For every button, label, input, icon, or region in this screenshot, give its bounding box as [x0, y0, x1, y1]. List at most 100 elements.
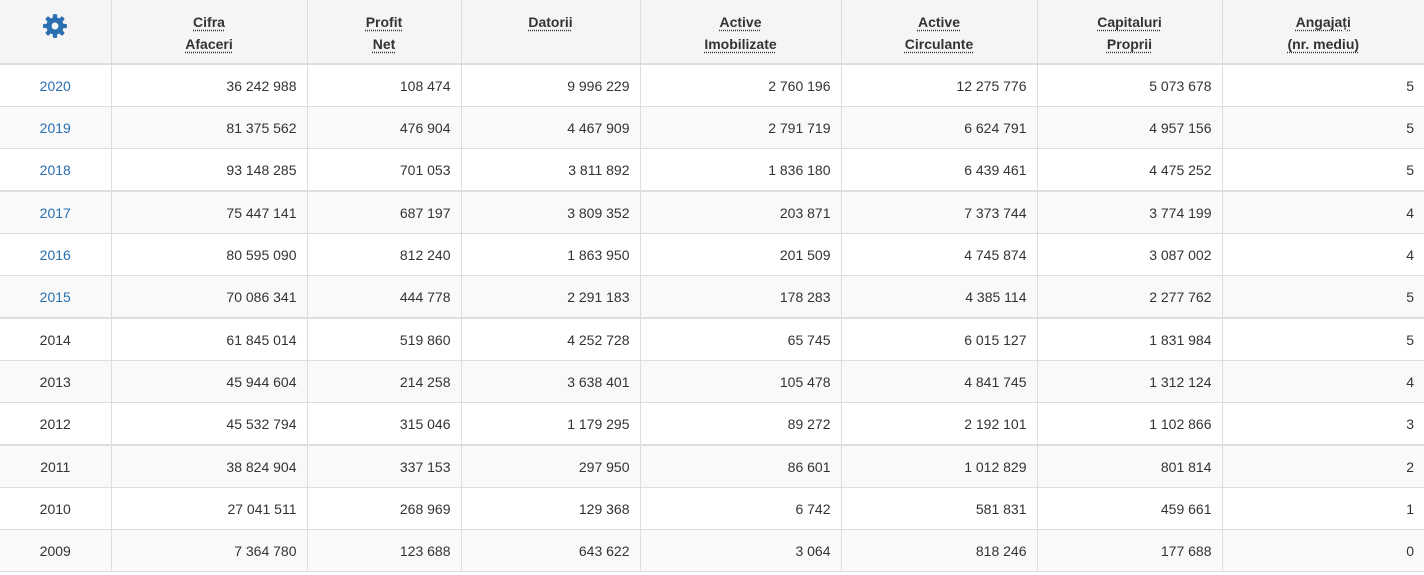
- cifra-afaceri-cell: 75 447 141: [110, 190, 308, 234]
- year-label: 2010: [39, 500, 71, 517]
- datorii-cell: 1 863 950: [460, 233, 641, 276]
- year-cell: 2013: [0, 360, 112, 403]
- table-body: 2020 36 242 988 108 474 9 996 229 2 760 …: [0, 63, 1424, 572]
- table-row: 2019 81 375 562 476 904 4 467 909 2 791 …: [0, 106, 1424, 149]
- active-imobilizate-cell: 89 272: [639, 402, 842, 446]
- header-active-circulante: Active Circulante: [840, 0, 1038, 65]
- datorii-cell: 129 368: [460, 487, 641, 530]
- gear-icon[interactable]: [42, 13, 68, 39]
- cifra-afaceri-cell: 38 824 904: [110, 444, 308, 488]
- table-row: 2012 45 532 794 315 046 1 179 295 89 272…: [0, 402, 1424, 446]
- angajati-cell: 1: [1221, 487, 1424, 530]
- sort-angajati[interactable]: Angajați (nr. mediu): [1287, 0, 1359, 55]
- cifra-afaceri-cell: 61 845 014: [110, 317, 308, 361]
- active-circulante-cell: 1 012 829: [840, 444, 1038, 488]
- capitaluri-proprii-cell: 3 087 002: [1036, 233, 1223, 276]
- table-row: 2011 38 824 904 337 153 297 950 86 601 1…: [0, 444, 1424, 488]
- capitaluri-proprii-cell: 801 814: [1036, 444, 1223, 488]
- header-label-line1: Datorii: [528, 14, 573, 30]
- datorii-cell: 3 809 352: [460, 190, 641, 234]
- header-label-line2: Net: [372, 36, 396, 52]
- cifra-afaceri-cell: 7 364 780: [110, 529, 308, 572]
- active-imobilizate-cell: 105 478: [639, 360, 842, 403]
- active-imobilizate-cell: 86 601: [639, 444, 842, 488]
- cifra-afaceri-cell: 80 595 090: [110, 233, 308, 276]
- table-header-row: Cifra Afaceri Profit Net Datorii Active …: [0, 0, 1424, 65]
- sort-profit-net[interactable]: Profit Net: [366, 0, 403, 55]
- year-link[interactable]: 2016: [40, 247, 71, 263]
- datorii-cell: 643 622: [460, 529, 641, 572]
- profit-net-cell: 108 474: [306, 63, 462, 107]
- angajati-cell: 0: [1221, 529, 1424, 572]
- year-link[interactable]: 2019: [40, 120, 71, 136]
- active-circulante-cell: 4 841 745: [840, 360, 1038, 403]
- year-cell: 2017: [0, 190, 112, 234]
- year-link[interactable]: 2018: [40, 162, 71, 178]
- year-link[interactable]: 2020: [40, 78, 71, 94]
- year-cell: 2010: [0, 487, 112, 530]
- active-circulante-cell: 7 373 744: [840, 190, 1038, 234]
- profit-net-cell: 444 778: [306, 275, 462, 319]
- active-circulante-cell: 4 385 114: [840, 275, 1038, 319]
- table-row: 2015 70 086 341 444 778 2 291 183 178 28…: [0, 275, 1424, 319]
- sort-active-circulante[interactable]: Active Circulante: [905, 0, 973, 55]
- year-cell: 2009: [0, 529, 112, 572]
- profit-net-cell: 812 240: [306, 233, 462, 276]
- year-cell: 2019: [0, 106, 112, 149]
- year-label: 2012: [39, 415, 71, 432]
- active-imobilizate-cell: 2 791 719: [639, 106, 842, 149]
- year-cell: 2020: [0, 63, 112, 107]
- capitaluri-proprii-cell: 5 073 678: [1036, 63, 1223, 107]
- year-link[interactable]: 2015: [40, 289, 71, 305]
- sort-capitaluri-proprii[interactable]: Capitaluri Proprii: [1097, 0, 1162, 55]
- angajati-cell: 4: [1221, 190, 1424, 234]
- header-label-line2: Afaceri: [185, 36, 233, 52]
- datorii-cell: 2 291 183: [460, 275, 641, 319]
- active-imobilizate-cell: 6 742: [639, 487, 842, 530]
- angajati-cell: 5: [1221, 317, 1424, 361]
- year-label: 2014: [39, 331, 71, 348]
- angajati-cell: 4: [1221, 233, 1424, 276]
- header-cifra-afaceri: Cifra Afaceri: [110, 0, 308, 65]
- year-label: 2011: [40, 458, 71, 475]
- angajati-cell: 5: [1221, 148, 1424, 192]
- capitaluri-proprii-cell: 1 312 124: [1036, 360, 1223, 403]
- datorii-cell: 3 811 892: [460, 148, 641, 192]
- year-cell: 2012: [0, 402, 112, 446]
- angajati-cell: 5: [1221, 275, 1424, 319]
- profit-net-cell: 214 258: [306, 360, 462, 403]
- header-label-line1: Profit: [365, 14, 403, 30]
- table-row: 2013 45 944 604 214 258 3 638 401 105 47…: [0, 360, 1424, 403]
- header-label-line2: Imobilizate: [704, 36, 777, 52]
- datorii-cell: 4 252 728: [460, 317, 641, 361]
- year-label: 2013: [39, 373, 71, 390]
- angajati-cell: 2: [1221, 444, 1424, 488]
- capitaluri-proprii-cell: 2 277 762: [1036, 275, 1223, 319]
- datorii-cell: 9 996 229: [460, 63, 641, 107]
- header-label-line1: Active: [719, 14, 762, 30]
- header-label-line2: (nr. mediu): [1287, 36, 1360, 52]
- sort-active-imobilizate[interactable]: Active Imobilizate: [704, 0, 776, 55]
- active-imobilizate-cell: 65 745: [639, 317, 842, 361]
- sort-datorii[interactable]: Datorii: [528, 0, 572, 33]
- year-cell: 2016: [0, 233, 112, 276]
- cifra-afaceri-cell: 36 242 988: [110, 63, 308, 107]
- cifra-afaceri-cell: 45 944 604: [110, 360, 308, 403]
- active-circulante-cell: 818 246: [840, 529, 1038, 572]
- header-label-line1: Active: [917, 14, 961, 30]
- active-imobilizate-cell: 203 871: [639, 190, 842, 234]
- table-row: 2016 80 595 090 812 240 1 863 950 201 50…: [0, 233, 1424, 276]
- year-link[interactable]: 2017: [40, 205, 71, 221]
- sort-cifra-afaceri[interactable]: Cifra Afaceri: [185, 0, 232, 55]
- capitaluri-proprii-cell: 177 688: [1036, 529, 1223, 572]
- table-row: 2009 7 364 780 123 688 643 622 3 064 818…: [0, 529, 1424, 572]
- table-row: 2014 61 845 014 519 860 4 252 728 65 745…: [0, 317, 1424, 361]
- capitaluri-proprii-cell: 1 102 866: [1036, 402, 1223, 446]
- active-circulante-cell: 2 192 101: [840, 402, 1038, 446]
- header-label-line2: Circulante: [904, 36, 974, 52]
- capitaluri-proprii-cell: 459 661: [1036, 487, 1223, 530]
- cifra-afaceri-cell: 70 086 341: [110, 275, 308, 319]
- table-row: 2018 93 148 285 701 053 3 811 892 1 836 …: [0, 148, 1424, 192]
- profit-net-cell: 701 053: [306, 148, 462, 192]
- year-cell: 2015: [0, 275, 112, 319]
